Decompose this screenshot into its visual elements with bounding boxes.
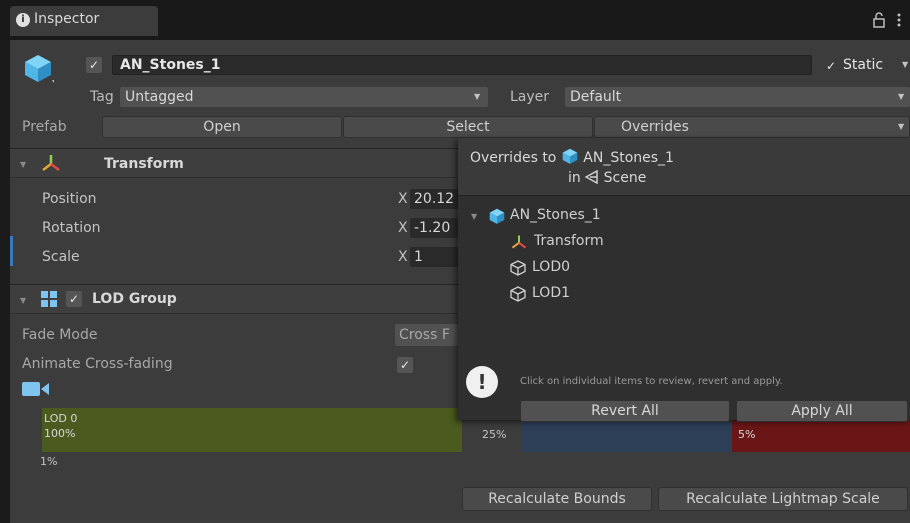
transform-axes-icon [510, 233, 528, 251]
overrides-chevron-down-icon: ▼ [898, 122, 905, 131]
tree-fold-arrow-icon[interactable]: ▼ [471, 212, 477, 221]
animate-cross-fading-label: Animate Cross-fading [22, 356, 173, 372]
transform-axes-icon [40, 152, 62, 174]
scene-label: Scene [603, 170, 647, 186]
tab-label: Inspector [34, 11, 100, 27]
tree-item-transform[interactable]: Transform [534, 233, 604, 249]
overrides-title-prefix: Overrides to [470, 150, 557, 166]
tag-value: Untagged [125, 89, 194, 105]
info-exclamation-icon: ! [466, 366, 498, 398]
rotation-x-label: X [398, 220, 408, 236]
prefab-cube-icon [562, 148, 578, 164]
animate-cross-fading-checkbox[interactable]: ✓ [397, 357, 413, 373]
prefab-overrides-dropdown[interactable]: Overrides [594, 116, 910, 138]
overrides-popup-scene: in Scene [568, 169, 647, 186]
lod-group-enabled-checkbox[interactable]: ✓ [66, 291, 82, 307]
tree-item-lod1[interactable]: LOD1 [532, 285, 570, 301]
mesh-cube-icon [510, 260, 526, 276]
scale-label: Scale [42, 249, 80, 265]
transform-title: Transform [104, 156, 184, 172]
lod0-label: LOD 0 [44, 412, 78, 425]
active-checkbox[interactable]: ✓ [86, 57, 102, 73]
prefab-cube-icon[interactable] [22, 52, 56, 84]
object-name: AN_Stones_1 [120, 57, 221, 73]
lod0-percent: 100% [44, 427, 76, 440]
static-checkbox[interactable]: ✓ [823, 58, 839, 74]
overrides-info-text: Click on individual items to review, rev… [520, 376, 783, 387]
prefab-cube-icon [488, 207, 506, 225]
recalculate-bounds-button[interactable]: Recalculate Bounds [462, 487, 652, 511]
prefab-open-button[interactable]: Open [102, 116, 342, 138]
lock-icon[interactable] [872, 12, 886, 28]
lod-group-title: LOD Group [92, 291, 177, 307]
fade-mode-label: Fade Mode [22, 327, 98, 343]
camera-icon [22, 380, 50, 398]
overrides-title-name: AN_Stones_1 [583, 150, 674, 166]
layer-value: Default [570, 89, 622, 105]
fold-arrow-icon[interactable]: ▼ [20, 160, 26, 169]
lod1-percent: 25% [482, 428, 507, 441]
fade-mode-value: Cross F [399, 327, 450, 343]
info-icon: i [16, 13, 30, 27]
overrides-popup-title: Overrides to AN_Stones_1 [470, 147, 674, 166]
static-dropdown-icon[interactable]: ▼ [902, 60, 908, 69]
selection-indicator [10, 236, 13, 266]
rotation-x-value: -1.20 [414, 220, 451, 236]
recalculate-lightmap-scale-button[interactable]: Recalculate Lightmap Scale [658, 487, 908, 511]
scale-x-label: X [398, 249, 408, 265]
more-menu-icon[interactable] [896, 12, 904, 28]
scale-x-value: 1 [414, 249, 423, 265]
tag-chevron-down-icon: ▼ [474, 92, 481, 101]
layer-chevron-down-icon: ▼ [898, 92, 905, 101]
tree-item-lod0[interactable]: LOD0 [532, 259, 570, 275]
position-x-value: 20.12 [414, 191, 455, 207]
tree-item-root[interactable]: AN_Stones_1 [510, 207, 601, 223]
fold-arrow-icon[interactable]: ▼ [20, 296, 26, 305]
prefab-select-button[interactable]: Select [343, 116, 593, 138]
prefab-label: Prefab [22, 119, 67, 135]
position-x-label: X [398, 191, 408, 207]
lod0-bar[interactable] [42, 408, 462, 452]
position-label: Position [42, 191, 97, 207]
overrides-in-prefix: in [568, 170, 581, 186]
lod-culled-percent: 1% [40, 455, 58, 468]
lod-culled-bar[interactable] [732, 420, 910, 452]
tag-label: Tag [90, 89, 114, 105]
apply-all-button[interactable]: Apply All [736, 400, 908, 422]
scene-icon [584, 169, 598, 185]
mesh-cube-icon [510, 286, 526, 302]
lod1-bar[interactable] [522, 420, 732, 452]
rotation-label: Rotation [42, 220, 101, 236]
lod2-percent: 5% [738, 428, 756, 441]
static-label: Static [843, 57, 884, 73]
revert-all-button[interactable]: Revert All [520, 400, 730, 422]
layer-label: Layer [510, 89, 550, 105]
lod-group-icon [40, 290, 58, 308]
